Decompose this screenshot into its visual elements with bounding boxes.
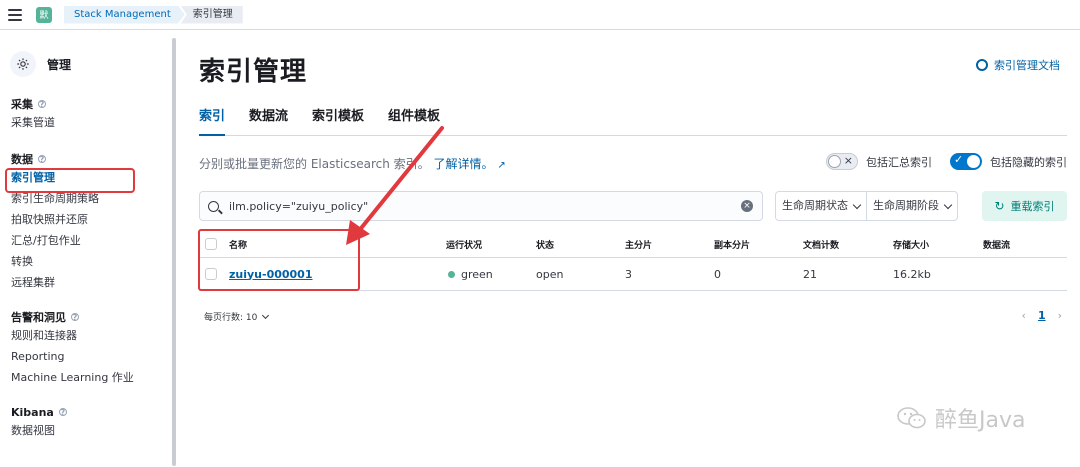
top-header: 默 Stack Management 索引管理 xyxy=(0,0,1080,30)
lifecycle-status-filter[interactable]: 生命周期状态 xyxy=(776,192,866,220)
column-replica[interactable]: 副本分片 xyxy=(714,238,750,251)
next-page-icon[interactable]: › xyxy=(1058,309,1062,322)
sidebar-item-transforms[interactable]: 转换 xyxy=(11,251,172,272)
primary-cell: 3 xyxy=(625,267,632,281)
space-avatar[interactable]: 默 xyxy=(36,6,52,23)
rollup-toggle-label: 包括汇总索引 xyxy=(866,155,932,169)
hidden-toggle-label: 包括隐藏的索引 xyxy=(990,155,1067,169)
health-value: green xyxy=(461,267,493,281)
group-title-alerts: 告警和洞见 xyxy=(11,311,66,324)
search-bar: × xyxy=(199,191,763,221)
size-cell: 16.2kb xyxy=(893,267,931,281)
group-title-kibana: Kibana xyxy=(11,405,54,419)
check-icon: ✓ xyxy=(954,153,964,166)
health-cell: green xyxy=(448,268,493,281)
tab-component-templates[interactable]: 组件模板 xyxy=(388,107,440,136)
reload-label: 重载索引 xyxy=(1010,200,1055,213)
sidebar-item-reporting[interactable]: Reporting xyxy=(11,346,172,367)
docs-link[interactable]: 索引管理文档 xyxy=(976,57,1060,73)
rollup-toggle[interactable]: × xyxy=(826,153,858,170)
sidebar-group-alerts: 告警和洞见? 规则和连接器 Reporting Machine Learning… xyxy=(11,309,172,388)
chevron-down-icon xyxy=(943,200,953,209)
rows-per-page-selector[interactable]: 每页行数: 10 xyxy=(204,310,270,323)
refresh-icon: ↻ xyxy=(994,199,1005,213)
info-icon: ? xyxy=(38,155,46,164)
description-text: 分别或批量更新您的 Elasticsearch 索引。 xyxy=(199,157,430,171)
chevron-down-icon xyxy=(852,200,862,209)
column-size[interactable]: 存储大小 xyxy=(893,238,929,251)
annotation-highlight-sidebar xyxy=(5,168,135,193)
sidebar-group-kibana: Kibana? 数据视图 xyxy=(11,404,172,441)
clear-icon[interactable]: × xyxy=(741,200,753,212)
watermark-text: 醉鱼Java xyxy=(935,408,1026,433)
breadcrumb-index-management: 索引管理 xyxy=(180,5,243,24)
info-icon: ? xyxy=(58,408,67,417)
replica-cell: 0 xyxy=(714,267,721,281)
sidebar: 管理 采集? 采集管道 数据? 索引管理 索引生命周期策略 拍取快照并还原 汇总… xyxy=(0,31,172,467)
sidebar-item-rollup-jobs[interactable]: 汇总/打包作业 xyxy=(11,230,172,251)
pagination: ‹ 1 › xyxy=(1022,309,1062,322)
group-title-ingest: 采集 xyxy=(11,98,33,111)
gear-icon xyxy=(10,51,36,77)
page-description: 分别或批量更新您的 Elasticsearch 索引。 了解详情。 ↗ xyxy=(199,155,506,172)
sidebar-scrollbar[interactable] xyxy=(172,38,176,466)
external-link-icon: ↗ xyxy=(497,160,506,171)
prev-page-icon[interactable]: ‹ xyxy=(1022,309,1026,322)
breadcrumb: Stack Management 索引管理 xyxy=(64,5,243,24)
annotation-highlight-row xyxy=(198,229,360,291)
sidebar-item-snapshot-restore[interactable]: 拍取快照并还原 xyxy=(11,209,172,230)
lifecycle-phase-filter[interactable]: 生命周期阶段 xyxy=(866,192,957,220)
sidebar-group-ingest: 采集? 采集管道 xyxy=(11,96,172,133)
wechat-icon xyxy=(897,407,926,429)
sidebar-header: 管理 xyxy=(10,51,172,77)
sidebar-item-ingest-pipelines[interactable]: 采集管道 xyxy=(11,112,172,133)
lifecycle-status-label: 生命周期状态 xyxy=(782,199,848,212)
lifecycle-phase-label: 生命周期阶段 xyxy=(873,199,939,212)
filter-group: 生命周期状态 生命周期阶段 xyxy=(775,191,958,221)
rows-per-page-label: 每页行数: 10 xyxy=(204,313,258,323)
column-docs[interactable]: 文档计数 xyxy=(803,238,839,251)
sidebar-item-remote-clusters[interactable]: 远程集群 xyxy=(11,272,172,293)
toggle-row: × 包括汇总索引 ✓ 包括隐藏的索引 xyxy=(826,153,1067,170)
search-icon xyxy=(208,200,219,212)
watermark: 醉鱼Java xyxy=(897,402,1025,434)
page-title: 索引管理 xyxy=(199,57,308,87)
group-title-data: 数据 xyxy=(11,153,33,166)
column-primary[interactable]: 主分片 xyxy=(625,238,652,251)
column-health[interactable]: 运行状况 xyxy=(446,238,482,251)
tab-bar: 索引 数据流 索引模板 组件模板 xyxy=(199,107,1067,136)
chevron-down-icon xyxy=(262,311,270,319)
page-number[interactable]: 1 xyxy=(1038,309,1046,322)
reload-indices-button[interactable]: ↻ 重载索引 xyxy=(982,191,1067,221)
status-cell: open xyxy=(536,267,564,281)
sidebar-item-ml-jobs[interactable]: Machine Learning 作业 xyxy=(11,367,172,388)
column-status[interactable]: 状态 xyxy=(536,238,554,251)
sidebar-title: 管理 xyxy=(47,57,72,72)
search-input[interactable] xyxy=(229,199,729,213)
tab-data-streams[interactable]: 数据流 xyxy=(249,107,288,136)
info-icon: ? xyxy=(71,313,79,322)
info-icon: ? xyxy=(38,100,46,109)
docs-cell: 21 xyxy=(803,267,817,281)
tab-indices[interactable]: 索引 xyxy=(199,107,226,136)
cross-icon: × xyxy=(843,154,853,167)
sidebar-item-data-views[interactable]: 数据视图 xyxy=(11,420,172,441)
sidebar-item-rules-connectors[interactable]: 规则和连接器 xyxy=(11,325,172,346)
learn-more-link[interactable]: 了解详情。 xyxy=(433,157,493,171)
hidden-toggle[interactable]: ✓ xyxy=(950,153,982,170)
column-data-stream[interactable]: 数据流 xyxy=(983,238,1010,251)
menu-icon[interactable] xyxy=(8,8,22,21)
lifebuoy-icon xyxy=(976,59,988,71)
breadcrumb-stack-management[interactable]: Stack Management xyxy=(64,6,185,24)
tab-index-templates[interactable]: 索引模板 xyxy=(312,107,364,136)
docs-link-label: 索引管理文档 xyxy=(994,59,1060,72)
health-dot-icon xyxy=(448,270,455,278)
